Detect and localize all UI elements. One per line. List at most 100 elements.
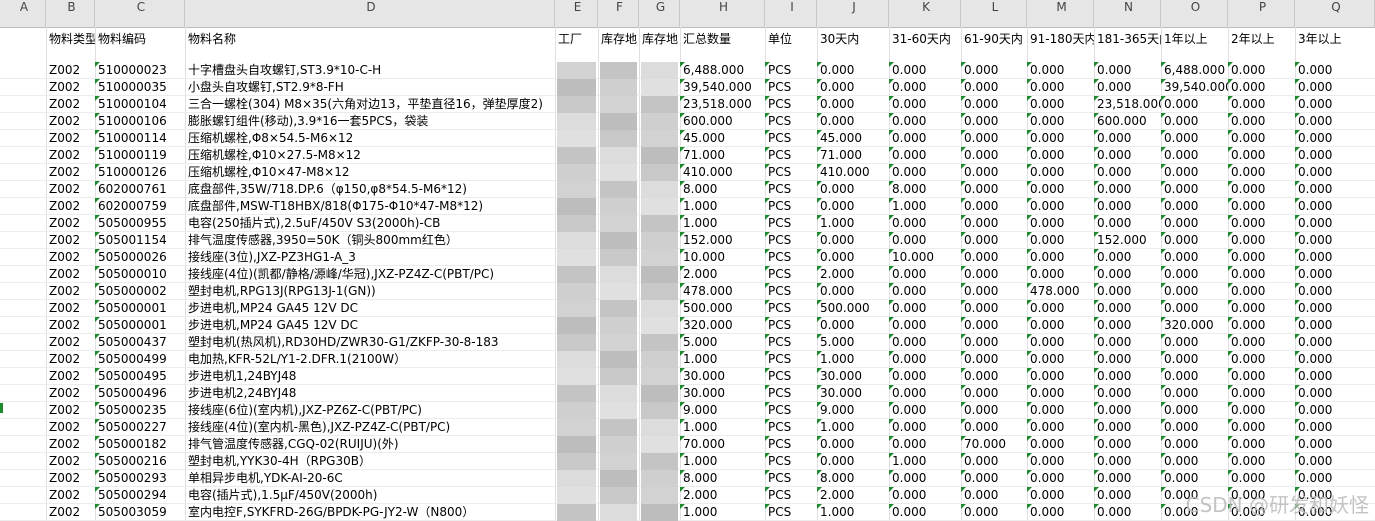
cell-qty-1y[interactable]: 0.000 — [1161, 232, 1228, 249]
cell-qty-61-90d[interactable]: 0.000 — [961, 215, 1027, 232]
cell-material-code[interactable]: 505000955 — [95, 215, 185, 232]
cell-qty-2y[interactable]: 0.000 — [1228, 385, 1295, 402]
cell-unit[interactable]: PCS — [765, 419, 817, 436]
cell-qty-30d[interactable]: 0.000 — [817, 113, 889, 130]
cell-material-name[interactable]: 小盘头自攻螺钉,ST2.9*8-FH — [185, 79, 557, 96]
cell-qty-91-180d[interactable]: 0.000 — [1027, 164, 1094, 181]
cell-material-type[interactable]: Z002 — [46, 232, 95, 249]
cell-qty-61-90d[interactable]: 0.000 — [961, 249, 1027, 266]
cell-material-code[interactable]: 510000114 — [95, 130, 185, 147]
cell-qty-2y[interactable]: 0.000 — [1228, 232, 1295, 249]
cell-qty-30d[interactable]: 30.000 — [817, 385, 889, 402]
cell-material-name[interactable]: 塑封电机,YYK30-4H（RPG30B） — [185, 453, 557, 470]
cell-material-type[interactable]: Z002 — [46, 470, 95, 487]
cell-material-name[interactable]: 步进电机,MP24 GA45 12V DC — [185, 317, 557, 334]
cell-qty-31-60d[interactable]: 8.000 — [889, 181, 961, 198]
cell-qty-61-90d[interactable]: 0.000 — [961, 232, 1027, 249]
cell-qty-31-60d[interactable]: 0.000 — [889, 402, 961, 419]
cell-material-code[interactable]: 505000437 — [95, 334, 185, 351]
cell-qty-61-90d[interactable]: 0.000 — [961, 368, 1027, 385]
cell-total-qty[interactable]: 23,518.000 — [680, 96, 765, 113]
cell-qty-30d[interactable]: 1.000 — [817, 419, 889, 436]
cell-qty-2y[interactable]: 0.000 — [1228, 470, 1295, 487]
cell-qty-1y[interactable]: 0.000 — [1161, 283, 1228, 300]
cell-qty-1y[interactable]: 0.000 — [1161, 198, 1228, 215]
cell-qty-181-365d[interactable]: 0.000 — [1094, 300, 1161, 317]
cell-qty-2y[interactable]: 0.000 — [1228, 62, 1295, 79]
cell-material-name[interactable]: 接线座(4位)(凯都/静格/源峰/华冠),JXZ-PZ4Z-C(PBT/PC) — [185, 266, 557, 283]
cell-qty-181-365d[interactable]: 0.000 — [1094, 283, 1161, 300]
cell-total-qty[interactable]: 1.000 — [680, 351, 765, 368]
cell-qty-91-180d[interactable]: 0.000 — [1027, 504, 1094, 521]
cell-total-qty[interactable]: 2.000 — [680, 266, 765, 283]
cell-qty-31-60d[interactable]: 0.000 — [889, 317, 961, 334]
cell-qty-3y[interactable]: 0.000 — [1295, 113, 1375, 130]
cell-material-type[interactable]: Z002 — [46, 266, 95, 283]
cell-material-name[interactable]: 压缩机螺栓,Φ10×27.5-M8×12 — [185, 147, 557, 164]
header-storage-2[interactable]: 库存地 — [639, 28, 680, 58]
cell-qty-1y[interactable]: 0.000 — [1161, 385, 1228, 402]
cell-qty-91-180d[interactable]: 0.000 — [1027, 62, 1094, 79]
cell-qty-2y[interactable]: 0.000 — [1228, 419, 1295, 436]
cell-qty-181-365d[interactable]: 152.000 — [1094, 232, 1161, 249]
cell-total-qty[interactable]: 71.000 — [680, 147, 765, 164]
cell-qty-2y[interactable]: 0.000 — [1228, 334, 1295, 351]
cell-qty-2y[interactable]: 0.000 — [1228, 402, 1295, 419]
header-181-365d[interactable]: 181-365天内 — [1094, 28, 1161, 58]
cell-qty-1y[interactable]: 0.000 — [1161, 249, 1228, 266]
cell-qty-91-180d[interactable]: 0.000 — [1027, 300, 1094, 317]
cell-qty-3y[interactable]: 0.000 — [1295, 79, 1375, 96]
cell-qty-181-365d[interactable]: 0.000 — [1094, 419, 1161, 436]
cell-qty-91-180d[interactable]: 0.000 — [1027, 317, 1094, 334]
cell-material-type[interactable]: Z002 — [46, 62, 95, 79]
cell-unit[interactable]: PCS — [765, 283, 817, 300]
cell-qty-181-365d[interactable]: 0.000 — [1094, 164, 1161, 181]
cell-material-type[interactable]: Z002 — [46, 113, 95, 130]
cell-qty-91-180d[interactable]: 0.000 — [1027, 487, 1094, 504]
cell-material-code[interactable]: 505000010 — [95, 266, 185, 283]
cell-material-type[interactable]: Z002 — [46, 334, 95, 351]
cell-qty-31-60d[interactable]: 0.000 — [889, 504, 961, 521]
cell-qty-91-180d[interactable]: 0.000 — [1027, 147, 1094, 164]
cell-total-qty[interactable]: 1.000 — [680, 453, 765, 470]
cell-unit[interactable]: PCS — [765, 181, 817, 198]
cell-material-name[interactable]: 接线座(3位),JXZ-PZ3HG1-A_3 — [185, 249, 557, 266]
cell-qty-3y[interactable]: 0.000 — [1295, 334, 1375, 351]
cell-qty-2y[interactable]: 0.000 — [1228, 368, 1295, 385]
cell-qty-1y[interactable]: 0.000 — [1161, 368, 1228, 385]
header-1y[interactable]: 1年以上 — [1161, 28, 1228, 58]
cell-material-type[interactable]: Z002 — [46, 419, 95, 436]
cell-unit[interactable]: PCS — [765, 215, 817, 232]
cell-qty-31-60d[interactable]: 0.000 — [889, 215, 961, 232]
cell-qty-31-60d[interactable]: 0.000 — [889, 232, 961, 249]
cell-material-name[interactable]: 接线座(6位)(室内机),JXZ-PZ6Z-C(PBT/PC) — [185, 402, 557, 419]
cell-qty-31-60d[interactable]: 0.000 — [889, 79, 961, 96]
cell-qty-1y[interactable]: 0.000 — [1161, 130, 1228, 147]
cell-qty-30d[interactable]: 71.000 — [817, 147, 889, 164]
cell-unit[interactable]: PCS — [765, 334, 817, 351]
cell-qty-3y[interactable]: 0.000 — [1295, 300, 1375, 317]
cell-unit[interactable]: PCS — [765, 368, 817, 385]
cell-total-qty[interactable]: 9.000 — [680, 402, 765, 419]
header-total-qty[interactable]: 汇总数量 — [680, 28, 765, 58]
cell-qty-91-180d[interactable]: 0.000 — [1027, 419, 1094, 436]
cell-material-name[interactable]: 底盘部件,MSW-T18HBX/818(Φ175-Φ10*47-M8*12) — [185, 198, 557, 215]
cell-material-code[interactable]: 510000104 — [95, 96, 185, 113]
cell-material-type[interactable]: Z002 — [46, 164, 95, 181]
cell-qty-2y[interactable]: 0.000 — [1228, 181, 1295, 198]
cell-qty-181-365d[interactable]: 0.000 — [1094, 62, 1161, 79]
cell-material-type[interactable]: Z002 — [46, 487, 95, 504]
cell-qty-30d[interactable]: 0.000 — [817, 198, 889, 215]
cell-qty-181-365d[interactable]: 0.000 — [1094, 266, 1161, 283]
cell-qty-181-365d[interactable]: 0.000 — [1094, 215, 1161, 232]
cell-qty-1y[interactable]: 0.000 — [1161, 470, 1228, 487]
cell-total-qty[interactable]: 500.000 — [680, 300, 765, 317]
cell-total-qty[interactable]: 1.000 — [680, 504, 765, 521]
cell-unit[interactable]: PCS — [765, 130, 817, 147]
cell-unit[interactable]: PCS — [765, 113, 817, 130]
cell-material-name[interactable]: 排气温度传感器,3950=50K（铜头800mm红色） — [185, 232, 557, 249]
cell-qty-31-60d[interactable]: 0.000 — [889, 266, 961, 283]
cell-material-code[interactable]: 505001154 — [95, 232, 185, 249]
cell-material-code[interactable]: 505000235 — [95, 402, 185, 419]
cell-qty-2y[interactable]: 0.000 — [1228, 249, 1295, 266]
